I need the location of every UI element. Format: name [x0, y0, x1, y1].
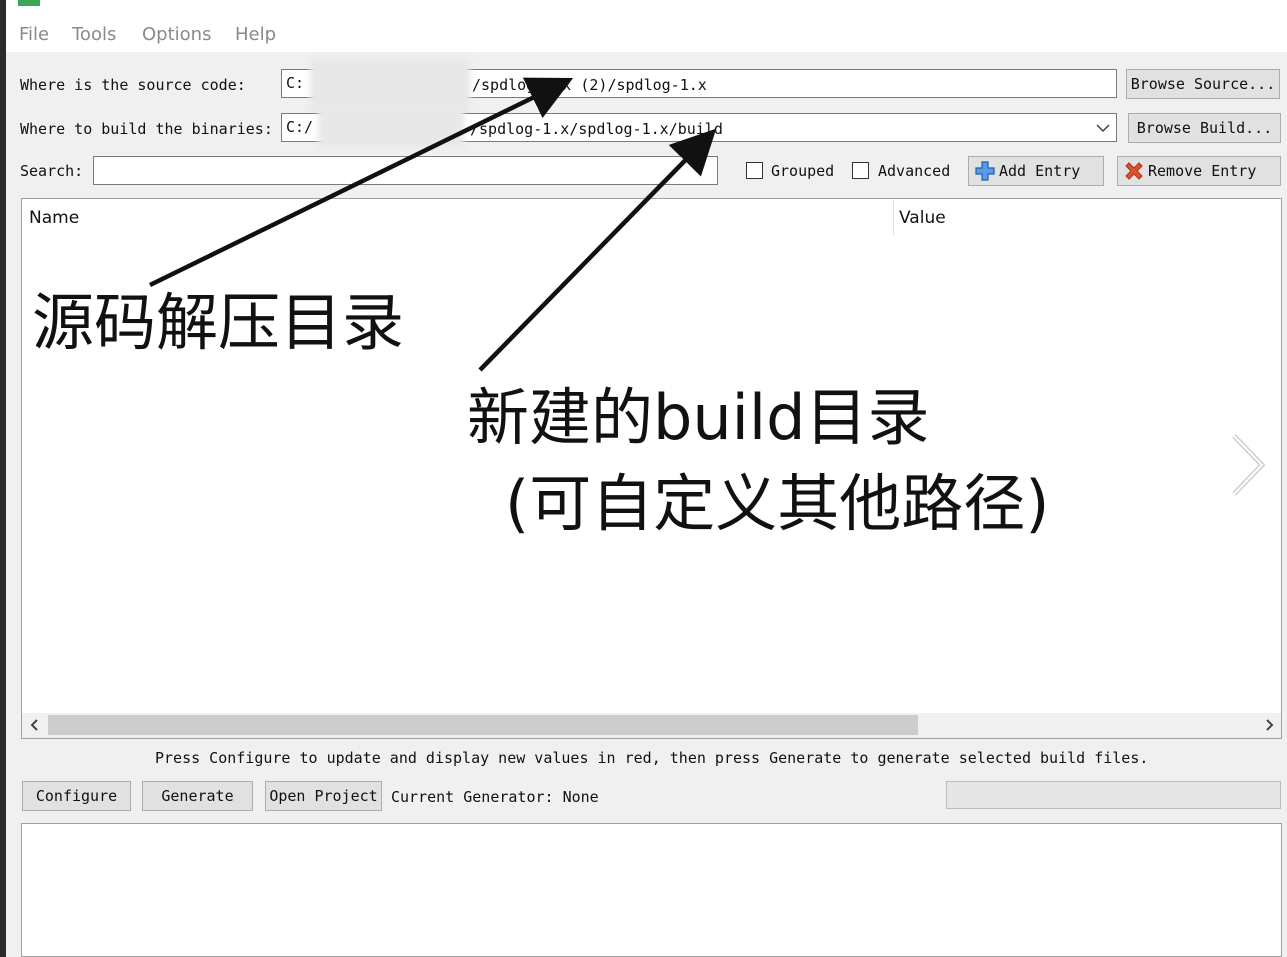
chevron-right-icon[interactable]: [1226, 432, 1270, 498]
annotation-arrows: [149, 77, 717, 372]
build-arrow: [478, 128, 717, 372]
source-arrow: [149, 77, 574, 288]
